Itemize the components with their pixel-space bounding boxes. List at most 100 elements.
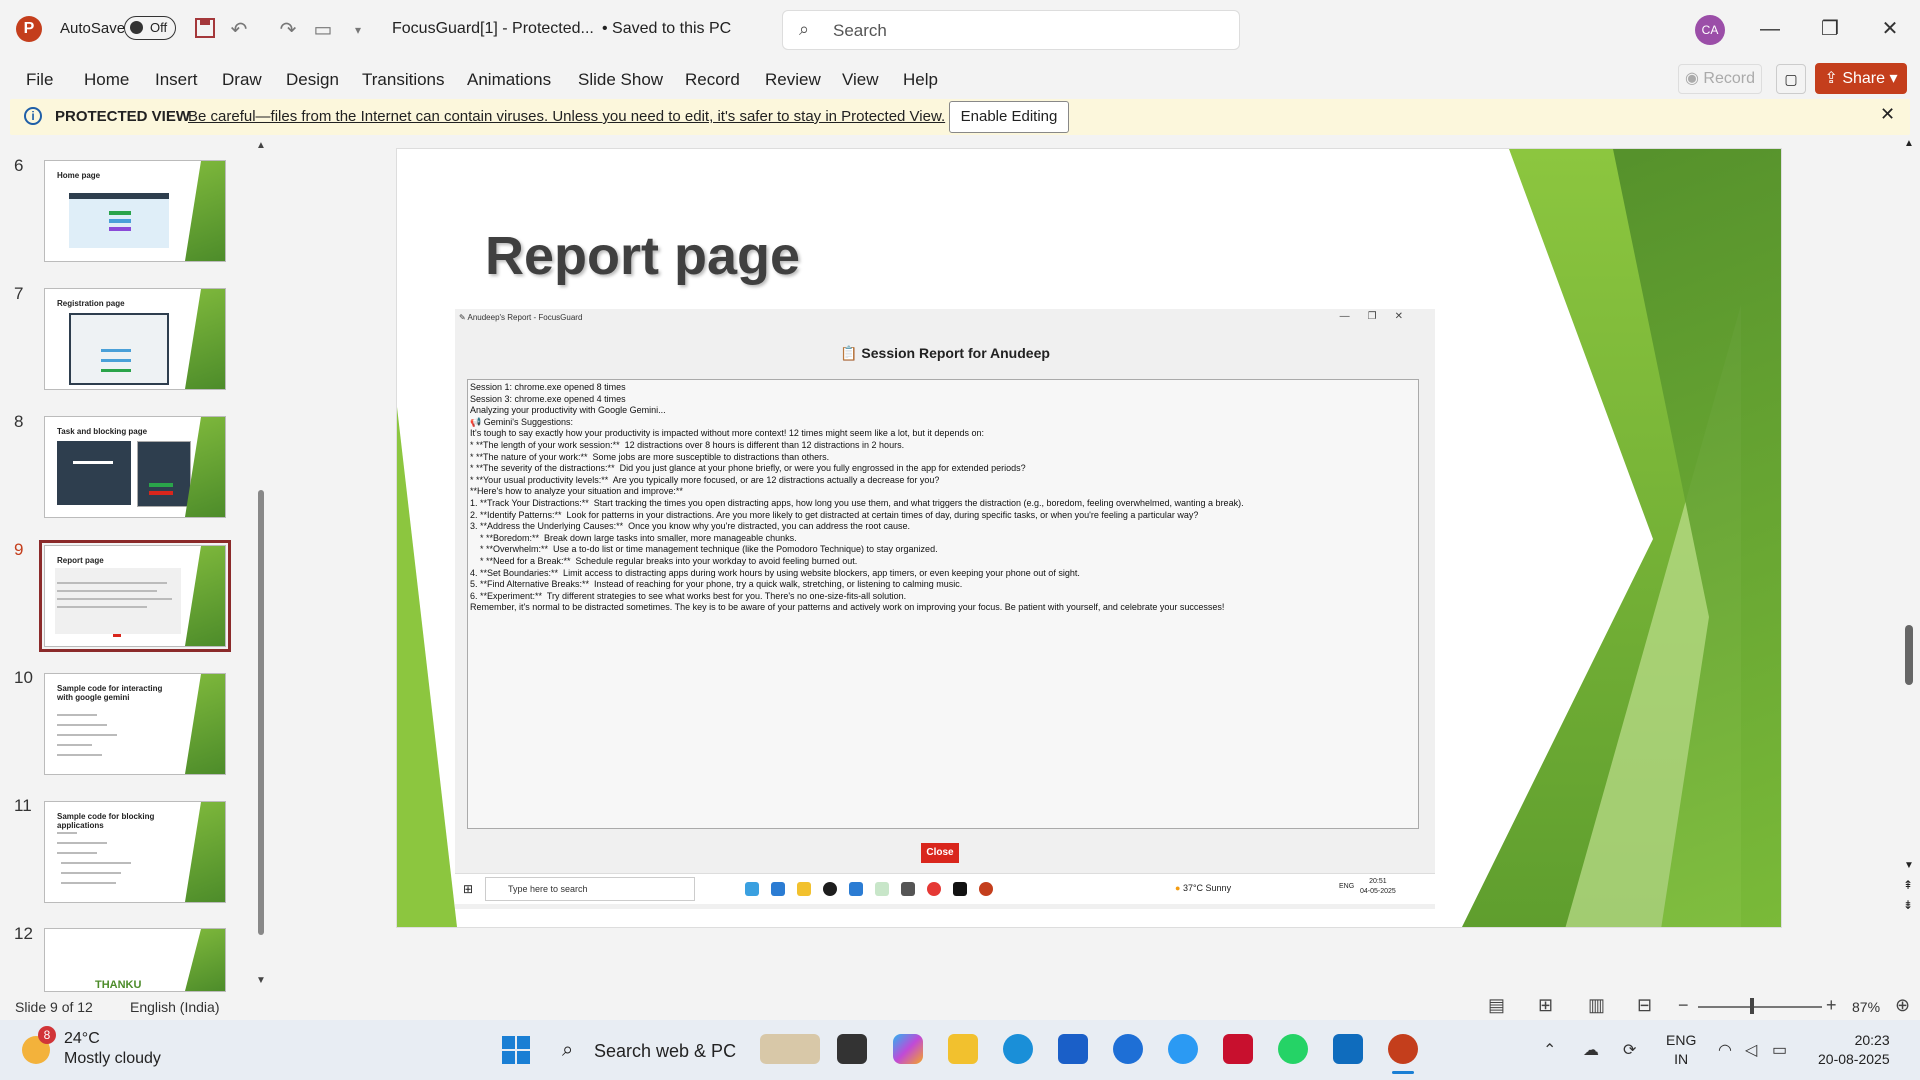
scroll-down-icon[interactable]: ▼ [256, 975, 266, 986]
chevron-up-icon[interactable]: ⌃ [1543, 1040, 1556, 1060]
tab-design[interactable]: Design [286, 70, 339, 90]
search-box[interactable]: ⌕ Search [782, 10, 1240, 50]
sync-icon[interactable]: ⟳ [1623, 1040, 1636, 1060]
close-icon[interactable]: ✕ [1870, 14, 1910, 44]
language-indicator[interactable]: English (India) [130, 999, 220, 1015]
slide-thumbnail-8[interactable]: Task and blocking page [44, 416, 226, 518]
slide-canvas[interactable]: Report page ✎ Anudeep's Report - FocusGu… [396, 148, 1782, 928]
active-app-indicator [1392, 1071, 1414, 1074]
slide-thumbnail-11[interactable]: Sample code for blocking applications [44, 801, 226, 903]
taskbar-search[interactable]: ⌕ Search web & PC [554, 1031, 754, 1069]
scrollbar-thumb[interactable] [258, 490, 264, 935]
scroll-down-icon[interactable]: ▼ [1904, 860, 1914, 871]
battery-icon[interactable]: ▭ [1772, 1040, 1787, 1060]
copilot-icon[interactable] [893, 1034, 923, 1064]
tab-home[interactable]: Home [84, 70, 129, 90]
fit-to-window-icon[interactable]: ⊕ [1895, 995, 1910, 1016]
thumbnail-image [109, 219, 131, 223]
slideshow-icon[interactable]: ⊟ [1637, 995, 1652, 1016]
tab-insert[interactable]: Insert [155, 70, 198, 90]
comments-icon[interactable]: ▢ [1776, 64, 1806, 94]
save-icon[interactable] [192, 17, 218, 43]
next-slide-icon[interactable]: ⇟ [1903, 898, 1913, 912]
present-icon[interactable]: ▭ [310, 17, 336, 43]
tab-file[interactable]: File [26, 70, 53, 90]
redo-icon[interactable]: ↷ [275, 17, 301, 43]
help-icon[interactable] [1168, 1034, 1198, 1064]
thumbnail-scrollbar[interactable] [256, 140, 266, 985]
powerpoint-icon[interactable] [1388, 1034, 1418, 1064]
tab-transitions[interactable]: Transitions [362, 70, 445, 90]
zoom-level[interactable]: 87% [1852, 999, 1880, 1015]
share-icon: ⇪ [1824, 70, 1843, 87]
slide-thumbnail-6[interactable]: Home page [44, 160, 226, 262]
slide-thumbnail-10[interactable]: Sample code for interacting with google … [44, 673, 226, 775]
share-button[interactable]: ⇪ Share ▾ [1815, 63, 1907, 94]
whatsapp-icon[interactable] [1278, 1034, 1308, 1064]
tab-draw[interactable]: Draw [222, 70, 262, 90]
protected-view-message-link[interactable]: Be careful—files from the Internet can c… [188, 108, 945, 125]
close-icon[interactable]: ✕ [1880, 104, 1895, 125]
folder-icon [797, 882, 811, 896]
undo-icon[interactable]: ↶ [226, 17, 252, 43]
tab-help[interactable]: Help [903, 70, 938, 90]
enable-editing-button[interactable]: Enable Editing [949, 101, 1069, 133]
terminal-icon [953, 882, 967, 896]
edge-icon[interactable] [1003, 1034, 1033, 1064]
slide-counter: Slide 9 of 12 [15, 999, 93, 1015]
slide-title[interactable]: Report page [485, 225, 800, 287]
zoom-slider-handle[interactable] [1750, 998, 1754, 1014]
mcafee-icon[interactable] [1223, 1034, 1253, 1064]
tab-animations[interactable]: Animations [467, 70, 551, 90]
slide-scrollbar[interactable] [1903, 140, 1917, 920]
volume-icon[interactable]: ◁ [1745, 1040, 1757, 1060]
zoom-slider[interactable] [1698, 1006, 1822, 1008]
wifi-icon[interactable]: ◠ [1718, 1040, 1732, 1060]
slide-thumbnail-9[interactable]: Report page [39, 540, 231, 652]
thumbnail-number: 10 [14, 668, 33, 687]
slide-thumbnail-7[interactable]: Registration page [44, 288, 226, 390]
file-explorer-icon[interactable] [948, 1034, 978, 1064]
thumbnail-image [57, 744, 92, 746]
windows-start-icon[interactable] [502, 1036, 530, 1064]
thumbnail-decoration [185, 802, 225, 902]
slide-thumbnail-12[interactable]: THANKU [44, 928, 226, 992]
thumbnail-title: Report page [57, 556, 104, 565]
slide-sorter-icon[interactable]: ⊞ [1538, 995, 1553, 1016]
hp-icon[interactable] [1113, 1034, 1143, 1064]
previous-slide-icon[interactable]: ⇞ [1903, 878, 1913, 892]
autosave-toggle[interactable]: Off [124, 16, 176, 40]
store-icon[interactable] [1058, 1034, 1088, 1064]
reading-view-icon[interactable]: ▥ [1588, 995, 1605, 1016]
thumbnail-image [149, 491, 173, 495]
report-screenshot[interactable]: ✎ Anudeep's Report - FocusGuard —❐✕ 📋 Se… [455, 309, 1435, 909]
tab-slide-show[interactable]: Slide Show [578, 70, 663, 90]
outlook-icon[interactable] [1333, 1034, 1363, 1064]
minimize-icon[interactable]: — [1750, 14, 1790, 44]
record-button[interactable]: ◉ Record [1678, 64, 1762, 94]
tab-record[interactable]: Record [685, 70, 740, 90]
tab-review[interactable]: Review [765, 70, 821, 90]
search-highlight-icon[interactable] [760, 1034, 820, 1064]
restore-icon[interactable]: ❐ [1810, 14, 1850, 44]
system-clock[interactable]: 20:23 20-08-2025 [1818, 1031, 1890, 1069]
thumbnail-image [113, 634, 121, 637]
thumbnail-image [137, 441, 191, 507]
tab-view[interactable]: View [842, 70, 879, 90]
weather-temperature[interactable]: 24°C [64, 1030, 100, 1048]
zoom-out-icon[interactable]: − [1678, 995, 1689, 1016]
scrollbar-thumb[interactable] [1905, 625, 1913, 685]
weather-condition[interactable]: Mostly cloudy [64, 1050, 161, 1068]
onedrive-icon[interactable]: ☁ [1583, 1040, 1599, 1060]
edge-icon [771, 882, 785, 896]
zoom-in-icon[interactable]: + [1826, 995, 1837, 1016]
task-view-icon[interactable] [837, 1034, 867, 1064]
thumbnail-image [57, 441, 131, 505]
input-language[interactable]: ENG IN [1666, 1031, 1696, 1069]
document-title[interactable]: FocusGuard[1] - Protected... [392, 20, 594, 38]
report-line: Session 3: chrome.exe opened 4 times [470, 393, 626, 404]
thumbnail-image [57, 590, 157, 592]
avatar[interactable]: CA [1695, 15, 1725, 45]
customize-toolbar-icon[interactable]: ▾ [345, 17, 371, 43]
normal-view-icon[interactable]: ▤ [1488, 995, 1505, 1016]
